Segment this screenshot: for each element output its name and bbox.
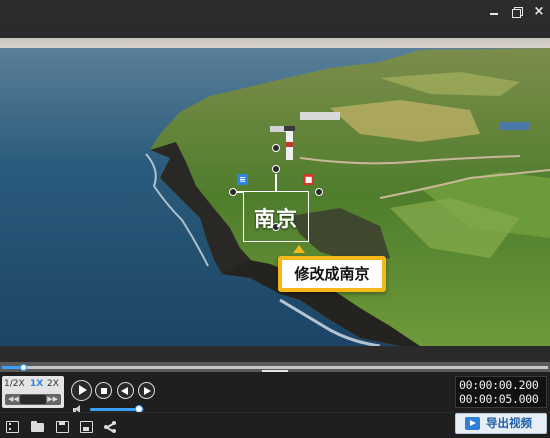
previous-frame-button[interactable] (117, 382, 134, 399)
play-button[interactable] (71, 380, 92, 401)
folder-open-icon[interactable] (31, 421, 44, 433)
timeline-playhead[interactable] (20, 364, 28, 371)
volume-slider[interactable] (90, 405, 144, 413)
resize-handle-top[interactable] (272, 165, 280, 173)
speed-slider-thumb[interactable] (20, 395, 46, 404)
export-video-icon (465, 417, 480, 430)
time-display: 00:00:00.200 00:00:05.000 (455, 376, 547, 408)
next-frame-button[interactable] (138, 382, 155, 399)
save-as-icon[interactable] (80, 421, 93, 433)
export-video-button[interactable]: 导出视频 (455, 413, 547, 434)
resize-handle-right[interactable] (315, 188, 323, 196)
speed-selector: 1/2X 1X 2X ◀◀ ▶▶ (2, 376, 64, 408)
speed-slider[interactable]: ◀◀ ▶▶ (5, 394, 61, 405)
edit-tooltip: 修改成南京 (278, 256, 386, 292)
speed-option-2x[interactable]: 2X (47, 379, 59, 389)
fast-forward-icon[interactable]: ▶▶ (47, 395, 58, 404)
close-icon[interactable]: × (531, 4, 547, 20)
current-time: 00:00:00.200 (459, 378, 539, 392)
rewind-icon[interactable]: ◀◀ (8, 395, 19, 404)
total-time: 00:00:05.000 (459, 392, 539, 406)
tooltip-arrow (293, 245, 305, 253)
trash-icon[interactable]: ■ (303, 174, 314, 185)
caption-text[interactable]: 南京 (243, 203, 309, 233)
stop-button[interactable] (95, 382, 112, 399)
speed-option-half[interactable]: 1/2X (4, 379, 25, 389)
share-icon[interactable] (104, 421, 117, 433)
title-bar: × (0, 0, 550, 24)
volume-level (90, 408, 139, 411)
text-settings-icon[interactable]: ≡ (237, 174, 248, 185)
speed-option-1x[interactable]: 1X (30, 379, 43, 389)
export-video-label: 导出视频 (486, 416, 532, 430)
minimize-icon[interactable] (486, 4, 502, 20)
restore-icon[interactable] (509, 4, 525, 20)
video-editor-window: × 南京 ≡ ■ 修改成南京 1/2X 1X 2X ◀◀ ▶▶ 00:00:00… (0, 0, 550, 438)
film-icon[interactable] (6, 421, 19, 433)
save-icon[interactable] (56, 421, 69, 433)
rotate-handle[interactable] (272, 144, 280, 152)
video-preview: 南京 ≡ ■ 修改成南京 (0, 24, 550, 348)
rotate-handle-line (275, 174, 277, 191)
resize-handle-left[interactable] (229, 188, 237, 196)
